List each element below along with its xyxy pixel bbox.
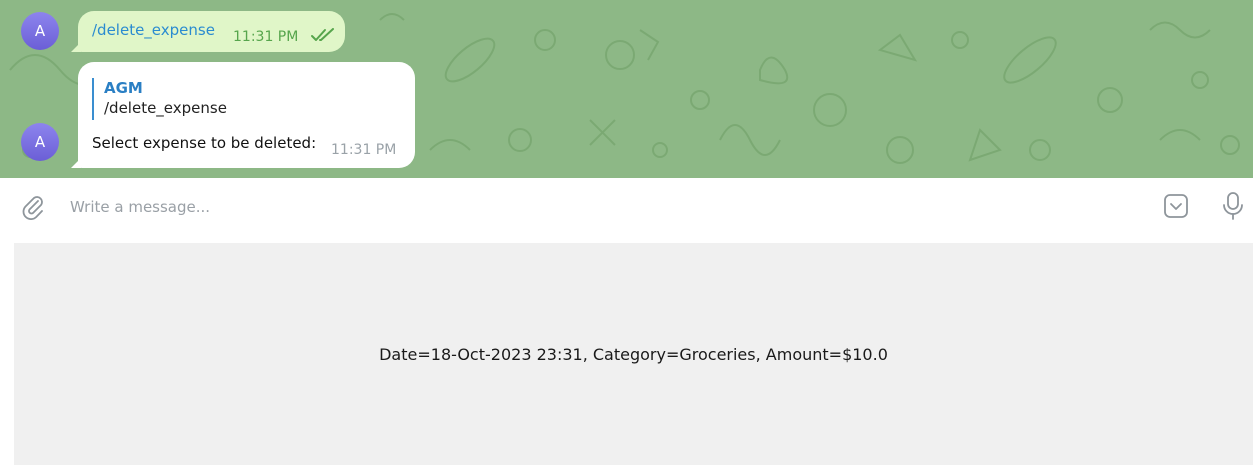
message-input[interactable] [70, 194, 1130, 220]
incoming-message-bubble[interactable]: AGM /delete_expense Select expense to be… [71, 62, 415, 168]
bubble-tail [71, 42, 81, 52]
reply-quote[interactable]: AGM /delete_expense [92, 78, 227, 120]
chat-area: A /delete_expense 11:31 PM A AGM /delete… [0, 0, 1253, 178]
paperclip-icon[interactable] [20, 194, 46, 220]
microphone-icon[interactable] [1222, 191, 1244, 221]
expense-option-button[interactable]: Date=18-Oct-2023 23:31, Category=Groceri… [14, 243, 1253, 465]
reply-sender: AGM [104, 79, 143, 97]
outgoing-message-bubble[interactable]: /delete_expense 11:31 PM [71, 11, 345, 52]
reply-text: /delete_expense [104, 99, 227, 117]
message-text: Select expense to be deleted: [92, 134, 317, 152]
double-check-icon [311, 28, 334, 41]
message-composer [0, 178, 1253, 236]
sticker-icon[interactable] [1163, 193, 1189, 219]
message-text[interactable]: /delete_expense [92, 21, 215, 39]
bubble-tail [71, 158, 81, 168]
avatar[interactable]: A [21, 12, 59, 50]
avatar[interactable]: A [21, 123, 59, 161]
message-time: 11:31 PM [331, 142, 397, 158]
message-time: 11:31 PM [233, 29, 299, 45]
inline-keyboard: Date=18-Oct-2023 23:31, Category=Groceri… [14, 243, 1253, 465]
